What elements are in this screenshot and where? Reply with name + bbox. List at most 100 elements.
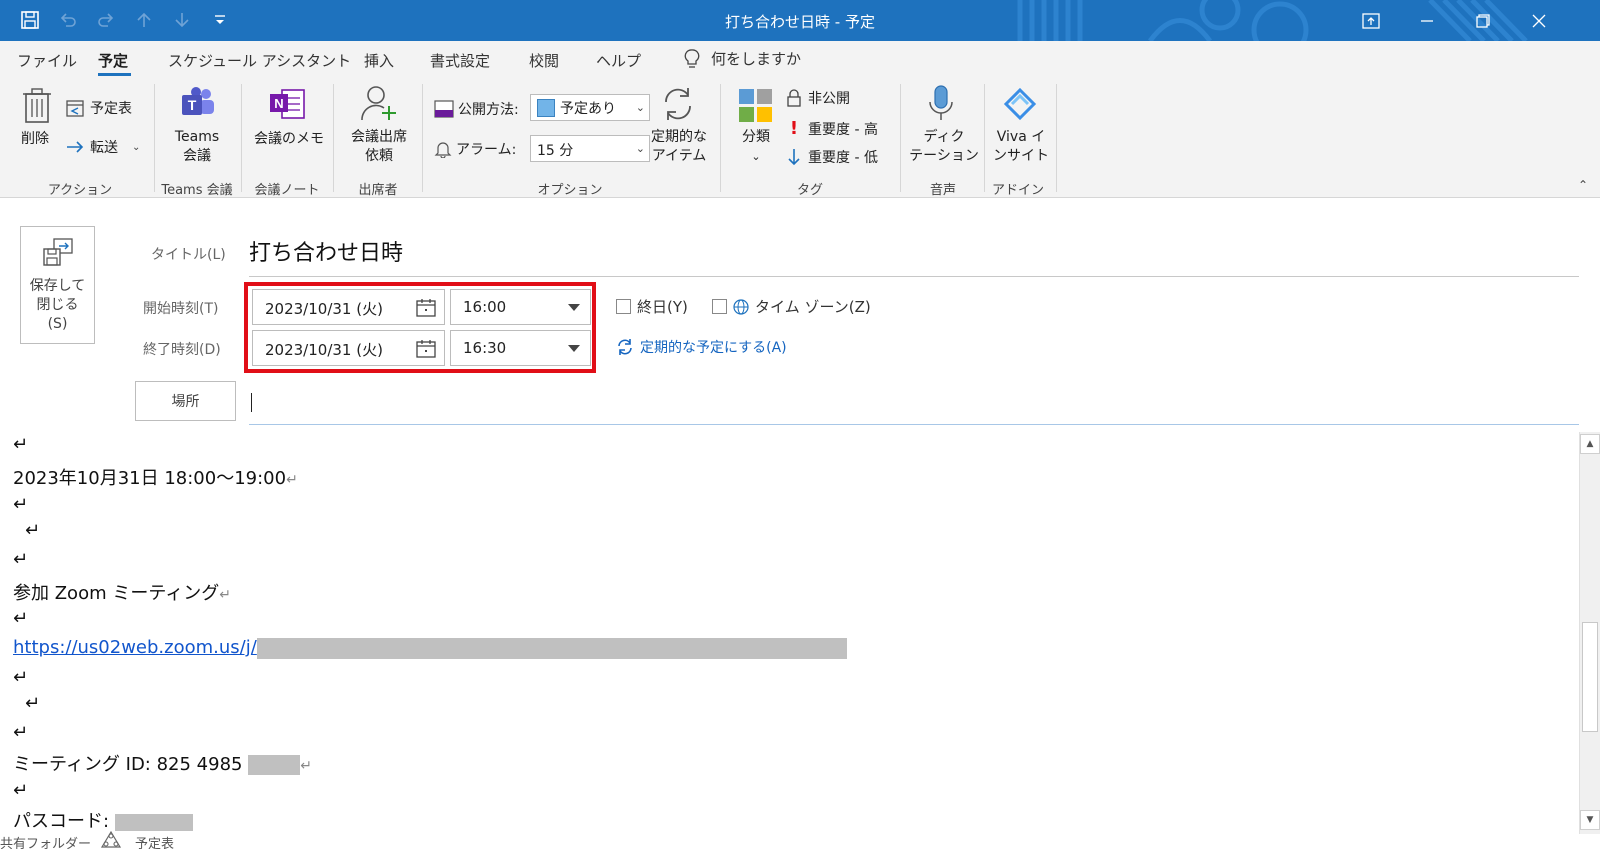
- lightbulb-icon: [684, 48, 700, 68]
- ribbon-separator: [900, 84, 901, 192]
- show-as-value: 予定あり: [560, 100, 616, 117]
- delete-button[interactable]: 削除: [21, 128, 49, 148]
- paragraph-mark: ↵: [286, 472, 298, 488]
- save-and-close-button[interactable]: 保存して 閉じる (S): [20, 226, 95, 344]
- ribbon-separator: [720, 84, 721, 192]
- save-close-line2: 閉じる: [36, 297, 79, 313]
- highlight-frame: [244, 282, 596, 373]
- vertical-scrollbar[interactable]: ▲ ▼: [1579, 432, 1600, 834]
- time-zone-checkbox[interactable]: タイム ゾーン(Z): [712, 296, 871, 317]
- tab-insert[interactable]: 挿入: [364, 50, 394, 71]
- group-label-teams: Teams 会議: [161, 183, 233, 198]
- calendar-label: 予定表: [90, 101, 132, 117]
- delete-icon[interactable]: [22, 86, 54, 126]
- collapse-ribbon-icon[interactable]: ⌃: [1578, 178, 1588, 192]
- tab-scheduling-assistant[interactable]: スケジュール アシスタント: [168, 50, 351, 71]
- tab-format[interactable]: 書式設定: [430, 50, 490, 71]
- tab-review[interactable]: 校閲: [529, 50, 559, 71]
- meeting-id-text: ミーティング ID: 825 4985: [13, 754, 249, 775]
- meeting-notes-button[interactable]: 会議のメモ: [254, 128, 324, 148]
- show-as-label: 公開方法:: [434, 99, 519, 119]
- alarm-text: アラーム:: [456, 142, 517, 158]
- categorize-button[interactable]: 分類 ⌄: [734, 128, 778, 166]
- chevron-down-icon: ⌄: [751, 150, 761, 163]
- attendees-line2: 依頼: [365, 148, 393, 164]
- ribbon-display-icon[interactable]: [1343, 0, 1399, 41]
- tab-file[interactable]: ファイル: [17, 50, 77, 71]
- alarm-select[interactable]: 15 分 ⌄: [530, 135, 650, 162]
- private-button[interactable]: 非公開: [786, 88, 850, 108]
- minimize-icon[interactable]: [1399, 0, 1455, 41]
- text-cursor: [251, 393, 252, 412]
- meeting-id-line: ミーティング ID: 825 4985 ↵: [13, 750, 312, 776]
- location-input[interactable]: [249, 381, 1579, 425]
- dictate-line2: テーション: [909, 148, 979, 164]
- title-label: タイトル(L): [151, 247, 226, 263]
- passcode-text: パスコード:: [13, 811, 115, 832]
- forward-button[interactable]: 転送 ⌄: [66, 137, 140, 157]
- all-day-checkbox[interactable]: 終日(Y): [616, 296, 688, 317]
- categorize-icon[interactable]: [738, 88, 774, 128]
- invite-attendees-button[interactable]: 会議出席 依頼: [340, 128, 418, 166]
- tab-help[interactable]: ヘルプ: [596, 50, 641, 71]
- recurrence-button[interactable]: 定期的な アイテム: [644, 128, 714, 166]
- show-as-icon: [434, 100, 454, 118]
- save-close-line1: 保存して: [29, 278, 86, 294]
- viva-line2: ンサイト: [993, 148, 1049, 164]
- save-close-icon: [43, 238, 73, 266]
- group-label-addins: アドイン: [991, 183, 1044, 198]
- invite-attendees-icon[interactable]: [360, 84, 398, 128]
- high-importance-button[interactable]: ! 重要度 - 高: [786, 118, 878, 139]
- busy-color-swatch: [537, 98, 555, 117]
- time-zone-label: タイム ゾーン(Z): [755, 298, 871, 316]
- make-recurring-label: 定期的な予定にする(A): [640, 340, 787, 356]
- show-as-select[interactable]: 予定あり ⌄: [530, 94, 650, 121]
- ribbon-separator: [422, 84, 423, 192]
- dictate-line1: ディク: [923, 129, 965, 145]
- viva-insights-icon[interactable]: [1000, 84, 1040, 128]
- globe-icon: [733, 298, 749, 315]
- viva-insights-button[interactable]: Viva イ ンサイト: [988, 128, 1054, 166]
- zoom-url-link[interactable]: https://us02web.zoom.us/j/: [13, 637, 257, 658]
- scroll-thumb[interactable]: [1582, 622, 1598, 732]
- svg-text:N: N: [274, 96, 283, 111]
- title-input[interactable]: 打ち合わせ日時: [249, 229, 1579, 277]
- message-body[interactable]: ↵ 2023年10月31日 18:00〜19:00↵ ↵ ↵ ↵ 参加 Zoom…: [0, 432, 1578, 834]
- categorize-label: 分類: [742, 129, 770, 145]
- low-importance-label: 重要度 - 低: [808, 150, 878, 166]
- dictate-button[interactable]: ディク テーション: [906, 128, 982, 166]
- ribbon-separator: [333, 84, 334, 192]
- teams-line2: 会議: [183, 148, 211, 164]
- paragraph-mark: ↵: [219, 587, 231, 603]
- status-calendar-label: 予定表: [135, 837, 175, 849]
- paragraph-mark: ↵: [13, 494, 29, 515]
- paragraph-mark: ↵: [13, 722, 29, 743]
- make-recurring-link[interactable]: 定期的な予定にする(A): [616, 337, 787, 357]
- all-day-checkbox-box: [616, 299, 631, 314]
- close-icon[interactable]: [1511, 0, 1567, 41]
- microphone-icon[interactable]: [926, 84, 956, 128]
- teams-meeting-button[interactable]: Teams 会議: [160, 128, 234, 166]
- recurrence-line2: アイテム: [651, 148, 707, 164]
- forward-arrow-icon: [67, 141, 84, 153]
- lock-icon: [787, 89, 801, 107]
- calendar-icon: [66, 100, 84, 117]
- ribbon-separator: [984, 84, 985, 192]
- restore-icon[interactable]: [1455, 0, 1511, 41]
- status-bar: 共有フォルダー 予定表: [0, 830, 1600, 849]
- calendar-button[interactable]: 予定表: [66, 98, 132, 118]
- scroll-down-icon[interactable]: ▼: [1580, 810, 1600, 830]
- redacted-block: [248, 755, 301, 775]
- chevron-down-icon: ⌄: [635, 101, 645, 114]
- tab-appointment[interactable]: 予定: [98, 50, 128, 71]
- zoom-url-line: https://us02web.zoom.us/j/: [13, 637, 847, 659]
- scroll-up-icon[interactable]: ▲: [1580, 434, 1600, 454]
- ribbon-separator: [1056, 84, 1057, 192]
- location-button[interactable]: 場所: [135, 381, 236, 421]
- group-label-options: オプション: [537, 183, 603, 198]
- recurrence-icon[interactable]: [658, 84, 698, 128]
- low-importance-button[interactable]: 重要度 - 低: [786, 147, 878, 167]
- onenote-icon[interactable]: N: [268, 86, 306, 126]
- teams-icon[interactable]: T: [180, 86, 216, 124]
- tell-me-search[interactable]: 何をしますか: [683, 48, 801, 69]
